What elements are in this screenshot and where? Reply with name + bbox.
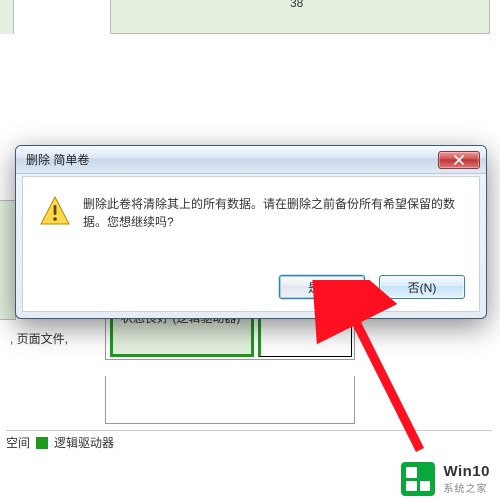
bg-left-fragment (0, 200, 16, 320)
watermark-line1: Win10 (443, 463, 490, 480)
delete-volume-dialog: 删除 简单卷 删除此卷将清除其上的所有数据。请在删除之前备份所有希望保留的数据。… (15, 145, 487, 319)
watermark-line2: 系统之家 (443, 480, 490, 495)
volume-value-2: 38 (290, 0, 303, 10)
watermark: Win10 系统之家 (395, 458, 500, 500)
legend-label-logical: 逻辑驱动器 (54, 434, 114, 451)
dialog-button-row: 是(Y) 否(N) (279, 275, 465, 299)
bg-fragment (0, 0, 14, 34)
legend-bar: 空间 逻辑驱动器 (6, 430, 492, 450)
left-info-text: , 页面文件, (10, 330, 68, 347)
disk-layout-panel-lower (105, 376, 355, 424)
warning-icon (39, 195, 71, 227)
close-button[interactable] (438, 151, 480, 169)
watermark-text: Win10 系统之家 (443, 463, 490, 495)
watermark-logo-icon (401, 462, 435, 496)
close-icon (454, 155, 464, 165)
yes-button[interactable]: 是(Y) (279, 275, 365, 299)
no-button-label: 否(N) (408, 279, 437, 296)
dialog-body: 删除此卷将清除其上的所有数据。请在删除之前备份所有希望保留的数据。您想继续吗? … (22, 176, 480, 312)
yes-button-label: 是(Y) (308, 279, 336, 296)
legend-swatch-logical (36, 437, 48, 449)
dialog-message: 删除此卷将清除其上的所有数据。请在删除之前备份所有希望保留的数据。您想继续吗? (83, 195, 463, 231)
no-button[interactable]: 否(N) (379, 275, 465, 299)
dialog-title: 删除 简单卷 (26, 151, 438, 168)
dialog-titlebar[interactable]: 删除 简单卷 (16, 146, 486, 174)
legend-label-space: 空间 (6, 434, 30, 451)
